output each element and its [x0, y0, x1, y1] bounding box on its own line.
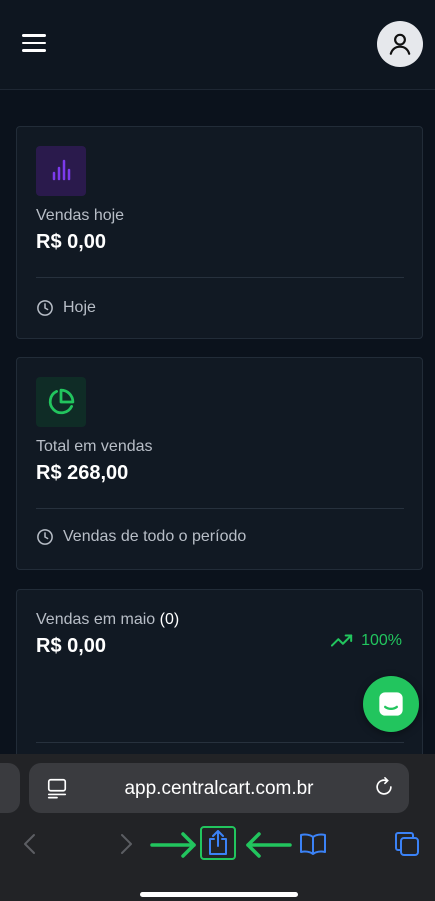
monthly-sales-label: Vendas em maio (0)	[36, 611, 179, 629]
monthly-sales-count: (0)	[159, 611, 180, 628]
tabs-icon[interactable]	[393, 830, 421, 858]
sales-today-footer-text: Hoje	[63, 299, 96, 316]
monthly-sales-value: R$ 0,00	[36, 635, 107, 657]
url-bar[interactable]: app.centralcart.com.br	[29, 763, 409, 813]
sales-today-icon-box	[36, 146, 86, 196]
divider	[36, 508, 404, 509]
clock-icon	[37, 529, 53, 545]
share-icon	[209, 830, 227, 855]
user-icon	[389, 33, 411, 55]
total-sales-footer: Vendas de todo o período	[36, 528, 246, 546]
arrow-right-annotation-icon	[150, 832, 196, 858]
hamburger-menu-icon[interactable]	[22, 34, 46, 54]
sales-today-card: Vendas hoje R$ 0,00 Hoje	[16, 126, 423, 339]
total-sales-icon-box	[36, 377, 86, 427]
monthly-sales-card: Vendas em maio (0) R$ 0,00 100%	[16, 589, 423, 769]
share-button[interactable]	[200, 826, 236, 860]
forward-icon[interactable]	[116, 832, 136, 856]
reload-icon[interactable]	[373, 776, 395, 798]
total-sales-label: Total em vendas	[36, 438, 153, 455]
user-avatar-button[interactable]	[377, 21, 423, 67]
previous-tab-preview[interactable]	[0, 763, 20, 813]
url-text: app.centralcart.com.br	[124, 778, 314, 799]
divider	[36, 742, 404, 743]
chat-icon	[379, 692, 403, 716]
bookmarks-icon[interactable]	[299, 832, 327, 856]
monthly-sales-trend-value: 100%	[361, 632, 402, 649]
pie-chart-icon	[48, 388, 75, 415]
arrow-left-annotation-icon	[246, 832, 292, 858]
trending-up-icon	[331, 634, 353, 647]
clock-icon	[37, 300, 53, 316]
browser-toolbar: app.centralcart.com.br	[0, 754, 435, 901]
total-sales-value: R$ 268,00	[36, 462, 129, 484]
total-sales-card: Total em vendas R$ 268,00 Vendas de todo…	[16, 357, 423, 570]
sales-today-label: Vendas hoje	[36, 207, 125, 224]
chat-button[interactable]	[363, 676, 419, 732]
monthly-sales-trend: 100%	[331, 632, 402, 650]
top-bar	[0, 0, 435, 90]
bar-chart-icon	[52, 159, 71, 181]
divider	[36, 277, 404, 278]
monthly-sales-label-text: Vendas em maio	[36, 611, 156, 628]
sales-today-value: R$ 0,00	[36, 231, 107, 253]
sales-today-footer: Hoje	[36, 299, 96, 317]
home-indicator[interactable]	[140, 892, 298, 897]
total-sales-footer-text: Vendas de todo o período	[63, 528, 247, 545]
back-icon[interactable]	[20, 832, 40, 856]
